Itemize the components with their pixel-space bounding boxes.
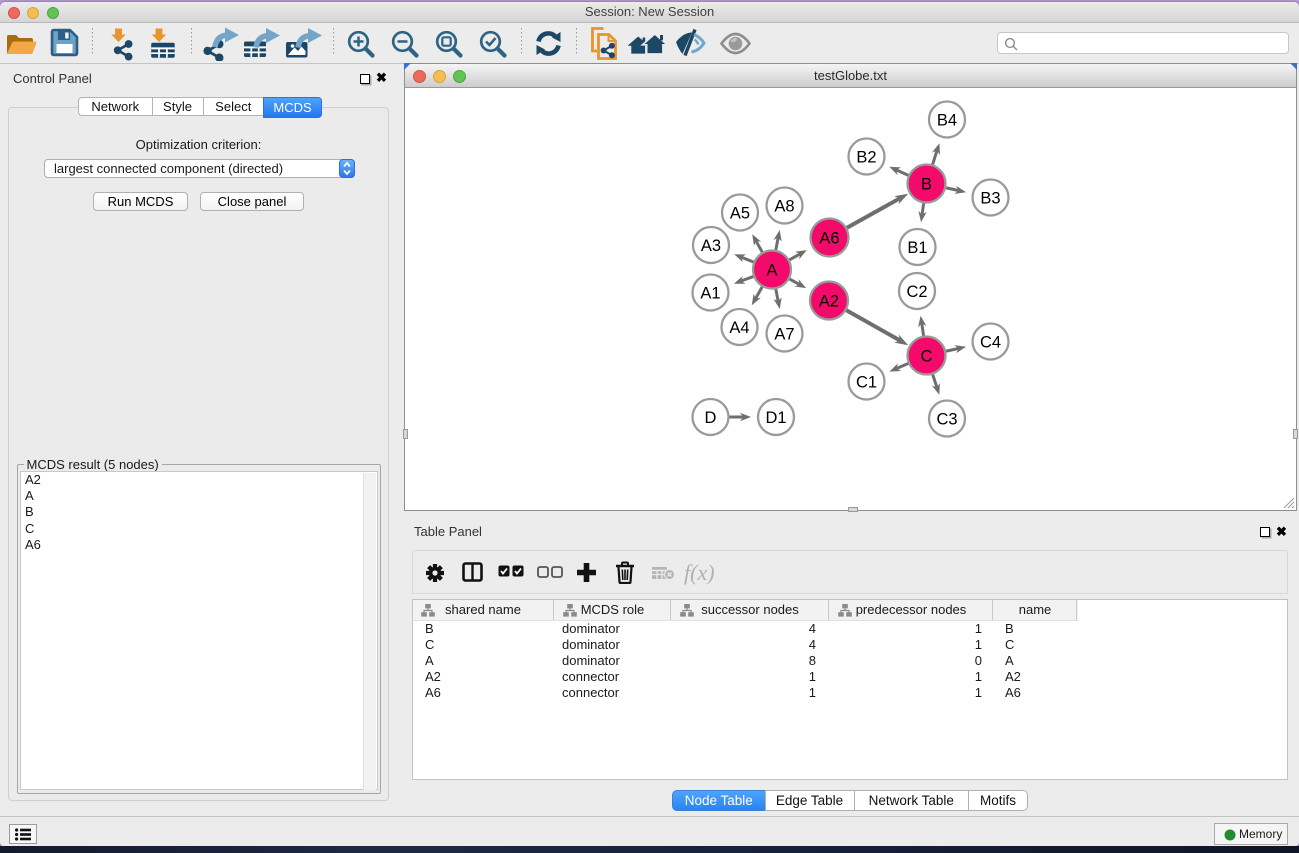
svg-text:A6: A6 <box>819 229 839 247</box>
svg-text:A7: A7 <box>774 325 794 343</box>
svg-text:A2: A2 <box>819 292 839 310</box>
svg-text:A5: A5 <box>730 204 750 222</box>
svg-text:A4: A4 <box>729 319 749 337</box>
svg-text:C2: C2 <box>906 283 927 301</box>
svg-text:B2: B2 <box>856 148 876 166</box>
svg-text:B1: B1 <box>907 239 927 257</box>
svg-text:C1: C1 <box>856 373 877 391</box>
svg-text:C3: C3 <box>936 410 957 428</box>
svg-text:B: B <box>921 175 932 193</box>
svg-text:B4: B4 <box>937 111 957 129</box>
svg-text:A8: A8 <box>774 197 794 215</box>
svg-text:A3: A3 <box>701 237 721 255</box>
svg-text:C4: C4 <box>980 333 1001 351</box>
svg-text:D: D <box>705 409 717 427</box>
svg-text:C: C <box>921 347 933 365</box>
svg-text:A: A <box>766 261 777 279</box>
svg-text:B3: B3 <box>980 189 1000 207</box>
svg-text:A1: A1 <box>700 284 720 302</box>
svg-text:D1: D1 <box>765 409 786 427</box>
